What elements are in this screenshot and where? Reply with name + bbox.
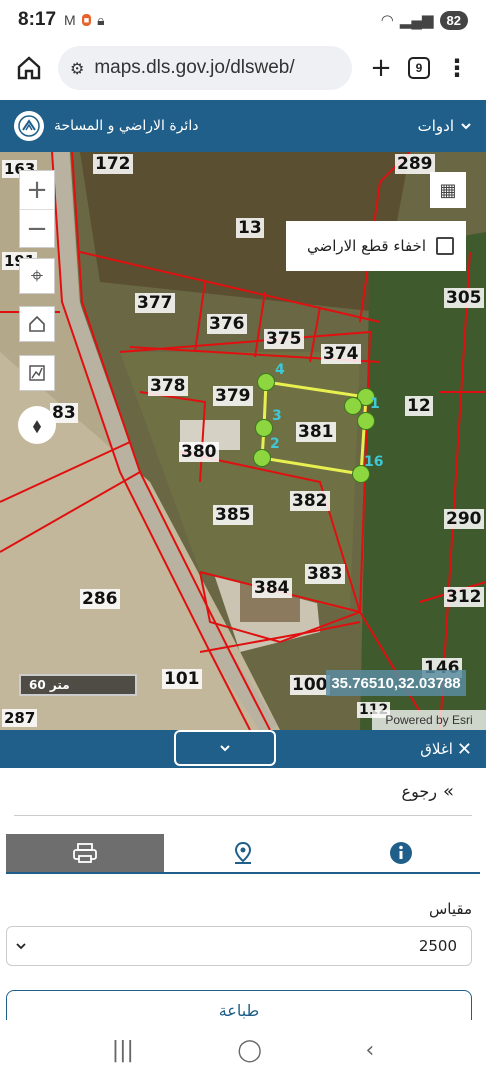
printer-icon [73,843,97,863]
tab-count: 9 [408,57,430,79]
tab-location[interactable] [164,834,322,872]
status-time: 8:17 [18,9,57,30]
hide-parcels-checkbox[interactable] [436,237,454,255]
panel-tabs [6,834,480,874]
vertex-marker[interactable] [357,412,375,430]
qr-code-button[interactable]: ▦ [430,172,466,208]
browser-menu-button[interactable]: ⋮ [438,49,476,87]
vertex-marker[interactable] [255,419,273,437]
measure-icon [29,365,45,381]
gmail-icon: M [64,12,76,28]
hide-parcels-toggle[interactable]: اخفاء قطع الاراضي [286,221,466,271]
scale-select[interactable]: 2500 [6,926,472,966]
locate-button[interactable]: ⌖ [19,258,55,294]
map-view[interactable]: 172 289 13 305 377 376 375 374 378 379 3… [0,152,486,730]
signal-icon: ▂▄▆ [399,12,434,29]
back-label: رجوع [401,782,437,801]
chevron-down-icon [461,123,471,130]
system-nav-bar: ||| ◯ ‹ [0,1020,486,1080]
home-button[interactable] [10,49,48,87]
map-pin-icon [234,841,252,864]
print-button-label: طباعة [218,1000,260,1020]
chevron-down-icon [220,745,230,752]
coordinates-readout: 35.76510,32.03788 [326,670,466,696]
minus-icon: − [26,213,48,244]
zoom-controls: + − [19,170,55,248]
print-panel: اغلاق ✕ رجوع « مقياس 2500 طباعة [0,730,486,1030]
vertex-marker[interactable] [257,373,275,391]
chevron-down-icon [16,943,26,950]
zoom-out-button[interactable]: − [20,209,54,247]
hide-parcels-label: اخفاء قطع الاراضي [306,237,426,255]
vertex-label: 2 [270,436,280,452]
scale-value: 2500 [418,937,457,955]
battery-indicator: 82 [439,10,468,30]
status-bar: 8:17 M ■ 🔒︎ ◠ ▂▄▆ 82 [0,0,486,40]
more-vertical-icon: ⋮ [445,54,469,82]
esri-attribution: Powered by Esri [372,710,486,730]
vertex-marker[interactable] [344,397,362,415]
info-icon [390,842,412,864]
new-tab-button[interactable]: + [362,49,400,87]
home-icon [29,315,45,332]
crosshair-icon: ⌖ [30,263,44,289]
address-bar[interactable]: ⚙︎ maps.dls.gov.jo/dlsweb/ [58,46,352,90]
close-icon: ✕ [456,738,472,760]
back-nav-button[interactable]: ‹ [365,1038,374,1063]
app-header: دائرة الاراضي و المساحة ادوات [0,100,486,152]
plus-icon: + [26,175,48,205]
scale-bar: 60 متر [19,674,137,696]
tools-label: ادوات [417,117,454,135]
compass-button[interactable]: ⬧ [18,406,56,444]
notification-icons: M ■ 🔒︎ [64,12,105,29]
measure-button[interactable] [19,355,55,391]
browser-toolbar: ⚙︎ maps.dls.gov.jo/dlsweb/ + 9 ⋮ [0,40,486,96]
wifi-icon: ◠ [380,12,394,29]
url-text: maps.dls.gov.jo/dlsweb/ [94,57,295,78]
vertex-label: 16 [364,454,384,470]
site-settings-icon[interactable]: ⚙︎ [70,59,84,78]
dls-logo [14,111,44,141]
qr-code-icon: ▦ [439,179,457,201]
vertex-label: 3 [272,408,282,424]
vertex-label: 1 [370,396,380,412]
compass-icon: ⬧ [32,413,42,437]
plus-icon: + [370,53,392,83]
vertex-label: 4 [275,362,285,378]
lock-icon: 🔒︎ [97,11,105,28]
scale-label: مقياس [428,900,472,918]
zoom-in-button[interactable]: + [20,171,54,209]
vertex-marker[interactable] [253,449,271,467]
home-extent-button[interactable] [19,306,55,342]
home-nav-button[interactable]: ◯ [237,1038,262,1063]
double-chevron-left-icon: « [442,781,454,802]
tab-print[interactable] [6,834,164,872]
home-icon [17,56,41,80]
collapse-panel-button[interactable] [174,730,276,766]
recent-apps-button[interactable]: ||| [112,1038,134,1063]
app-title: دائرة الاراضي و المساحة [54,118,199,134]
tab-switcher-button[interactable]: 9 [400,49,438,87]
close-label: اغلاق [420,740,453,758]
app-notification-icon: ■ [81,14,92,26]
panel-header: اغلاق ✕ [0,730,486,768]
back-button[interactable]: رجوع « [14,768,472,816]
tools-dropdown[interactable]: ادوات [418,117,472,135]
close-button[interactable]: اغلاق ✕ [420,739,472,760]
tab-info[interactable] [322,834,480,872]
